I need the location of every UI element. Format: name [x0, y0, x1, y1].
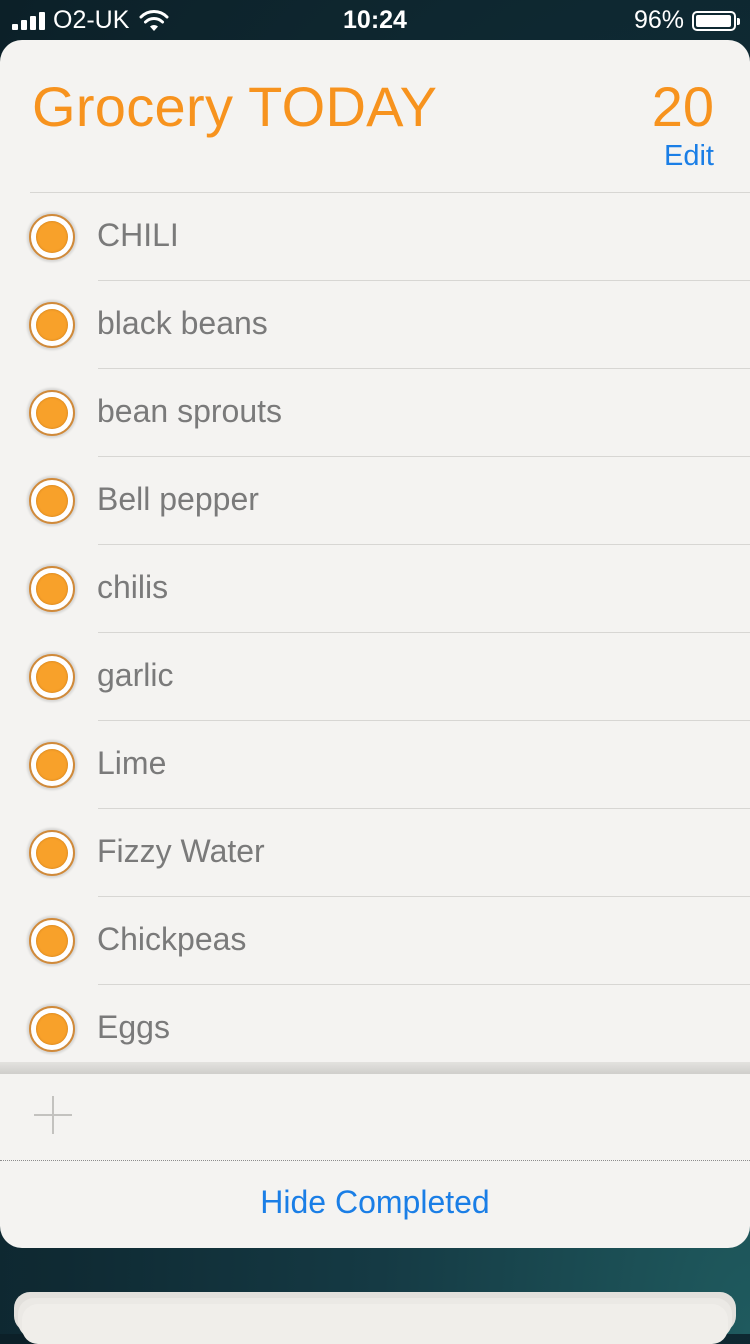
battery-percent: 96% [633, 6, 684, 34]
completion-circle-icon[interactable] [29, 302, 75, 348]
reminder-list: CHILI black beans bean sprouts Bell pepp… [0, 193, 750, 1073]
list-item-label[interactable]: Eggs [97, 1009, 170, 1046]
list-item[interactable]: Lime [0, 721, 750, 809]
list-title: Grocery TODAY [32, 75, 438, 138]
completion-circle-icon[interactable] [29, 566, 75, 612]
list-item[interactable]: Chickpeas [0, 897, 750, 985]
list-item[interactable]: Bell pepper [0, 457, 750, 545]
plus-icon[interactable] [34, 1096, 72, 1134]
status-bar: O2-UK 10:24 96% [0, 0, 750, 40]
completion-circle-icon[interactable] [29, 214, 75, 260]
edit-button[interactable]: Edit [664, 140, 714, 173]
list-item-label[interactable]: garlic [97, 657, 173, 694]
list-item[interactable]: bean sprouts [0, 369, 750, 457]
list-item-label[interactable]: Fizzy Water [97, 833, 265, 870]
hide-completed-button[interactable]: Hide Completed [0, 1184, 750, 1221]
list-footer-edge [0, 1062, 750, 1074]
battery-level-fill [696, 14, 731, 27]
list-item[interactable]: chilis [0, 545, 750, 633]
list-item-label[interactable]: chilis [97, 569, 168, 606]
list-item[interactable]: CHILI [0, 193, 750, 281]
list-item[interactable]: Eggs [0, 985, 750, 1073]
reminders-list-card: Grocery TODAY 20 Edit CHILI black beans … [0, 40, 750, 1248]
battery-icon [692, 10, 740, 31]
completion-circle-icon[interactable] [29, 1006, 75, 1052]
stacked-list-card[interactable] [22, 1304, 728, 1344]
list-item-label[interactable]: bean sprouts [97, 393, 282, 430]
list-item-label[interactable]: Bell pepper [97, 481, 259, 518]
list-item-label[interactable]: CHILI [97, 217, 179, 254]
footer-divider [0, 1160, 750, 1161]
completion-circle-icon[interactable] [29, 918, 75, 964]
completion-circle-icon[interactable] [29, 830, 75, 876]
list-item-label[interactable]: black beans [97, 305, 268, 342]
list-item[interactable]: Fizzy Water [0, 809, 750, 897]
status-right: 96% [633, 6, 740, 35]
completion-circle-icon[interactable] [29, 390, 75, 436]
add-reminder-area[interactable] [0, 1074, 750, 1160]
completion-circle-icon[interactable] [29, 654, 75, 700]
completion-circle-icon[interactable] [29, 742, 75, 788]
list-item-label[interactable]: Chickpeas [97, 921, 246, 958]
list-item[interactable]: black beans [0, 281, 750, 369]
list-item[interactable]: garlic [0, 633, 750, 721]
list-item-label[interactable]: Lime [97, 745, 166, 782]
item-count: 20 [651, 75, 714, 138]
completion-circle-icon[interactable] [29, 478, 75, 524]
